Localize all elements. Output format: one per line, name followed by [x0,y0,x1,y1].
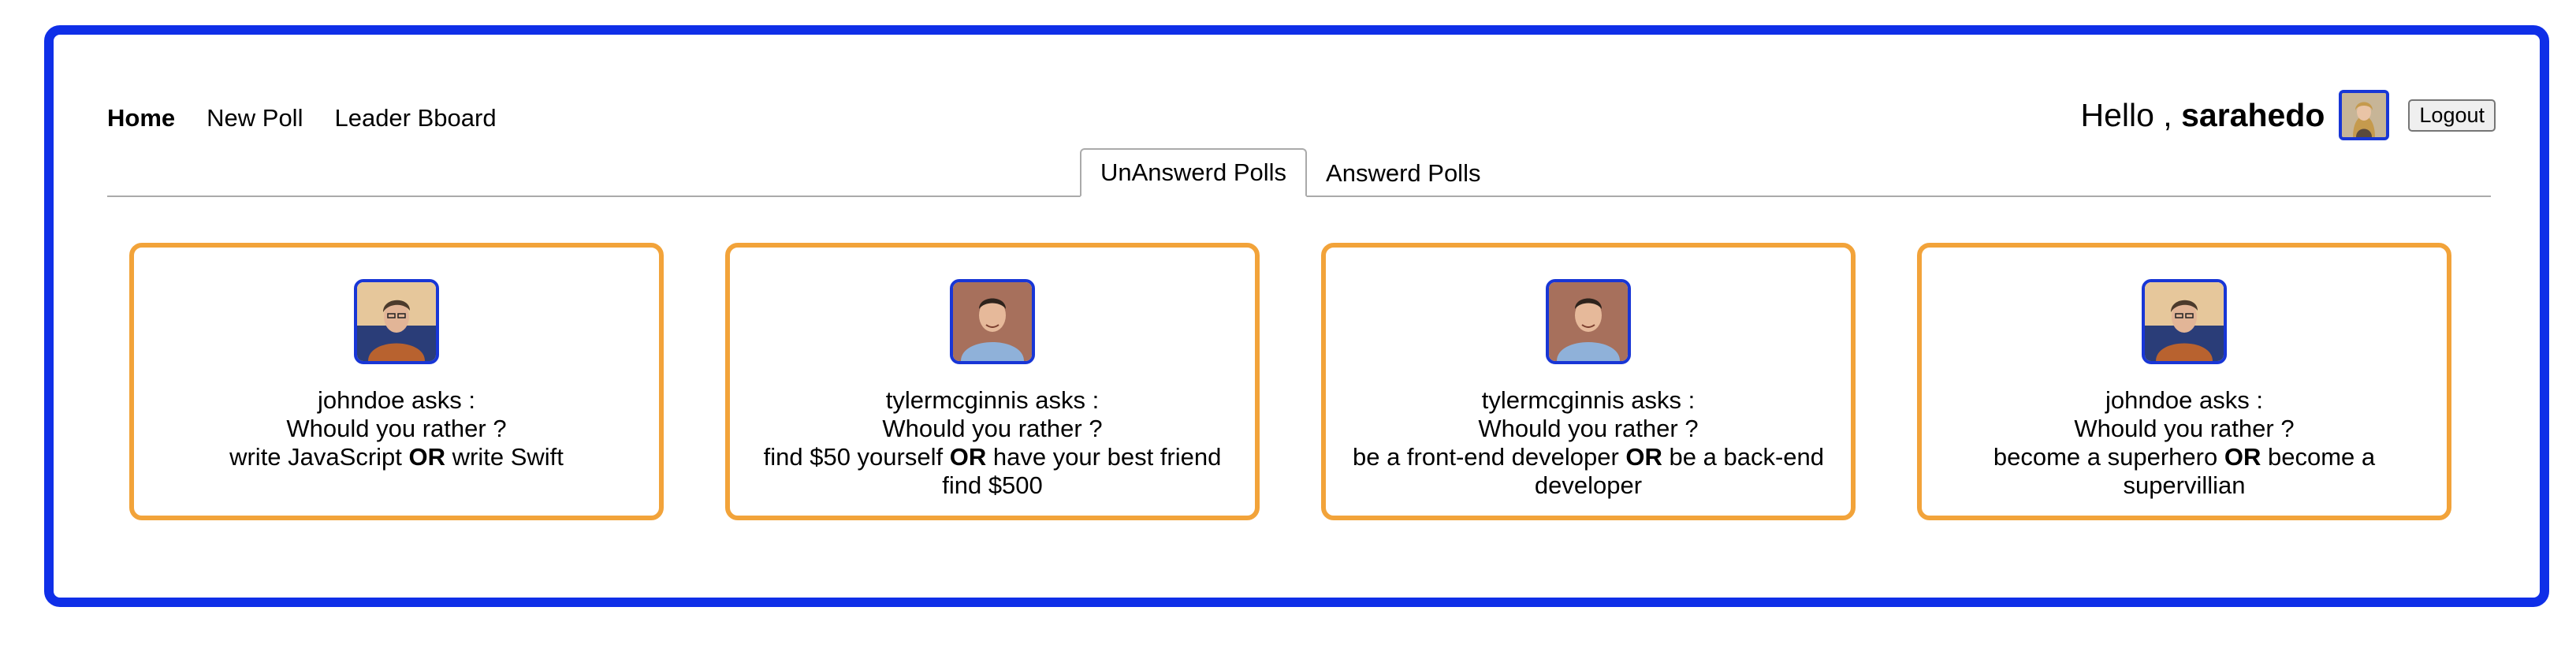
greeting-text: Hello , [2080,96,2172,133]
tab-answered[interactable]: Answerd Polls [1307,150,1499,197]
asks-label: asks : [1631,386,1696,414]
option-one: write JavaScript [229,443,402,471]
poll-options: write JavaScript OR write Swift [134,443,659,471]
poll-options: become a superhero OR become a supervill… [1922,443,2447,500]
poll-prompt: Whould you rather ? [286,415,507,442]
app-frame: Home New Poll Leader Bboard Hello , sara… [44,25,2549,607]
logout-button[interactable]: Logout [2408,99,2496,132]
or-label: OR [2224,443,2261,471]
or-label: OR [1625,443,1662,471]
asks-label: asks : [2199,386,2263,414]
user-area: Hello , sarahedo Logout [2080,88,2496,142]
author-avatar [950,279,1035,364]
author-avatar [354,279,439,364]
poll-card[interactable]: johndoe asks : Whould you rather ? becom… [1917,243,2451,520]
username: sarahedo [2181,96,2325,133]
poll-card[interactable]: johndoe asks : Whould you rather ? write… [129,243,664,520]
asks-label: asks : [411,386,475,414]
or-label: OR [408,443,446,471]
poll-tabs: UnAnswerd Polls Answerd Polls [1080,148,1499,197]
tab-unanswered[interactable]: UnAnswerd Polls [1080,148,1308,197]
greeting: Hello , sarahedo [2080,97,2325,134]
poll-card[interactable]: tylermcginnis asks : Whould you rather ?… [1321,243,1856,520]
poll-author: tylermcginnis [1481,386,1625,414]
poll-author: tylermcginnis [885,386,1029,414]
nav-leaderboard-link[interactable]: Leader Bboard [334,104,496,132]
nav-new-poll-link[interactable]: New Poll [207,104,303,132]
or-label: OR [949,443,987,471]
poll-author: johndoe [2105,386,2193,414]
poll-options: be a front-end developer OR be a back-en… [1326,443,1851,500]
main-nav: Home New Poll Leader Bboard [107,95,497,142]
nav-home-link[interactable]: Home [107,104,175,132]
asks-label: asks : [1035,386,1100,414]
user-avatar [2339,90,2390,140]
author-avatar [1546,279,1631,364]
option-one: find $50 yourself [763,443,944,471]
poll-author: johndoe [318,386,405,414]
poll-list: johndoe asks : Whould you rather ? write… [129,243,2451,520]
poll-card[interactable]: tylermcginnis asks : Whould you rather ?… [725,243,1260,520]
option-two: write Swift [452,443,564,471]
poll-prompt: Whould you rather ? [882,415,1103,442]
poll-prompt: Whould you rather ? [2074,415,2295,442]
option-one: become a superhero [1993,443,2218,471]
option-one: be a front-end developer [1352,443,1619,471]
author-avatar [2142,279,2227,364]
poll-prompt: Whould you rather ? [1478,415,1699,442]
poll-options: find $50 yourself OR have your best frie… [730,443,1255,500]
